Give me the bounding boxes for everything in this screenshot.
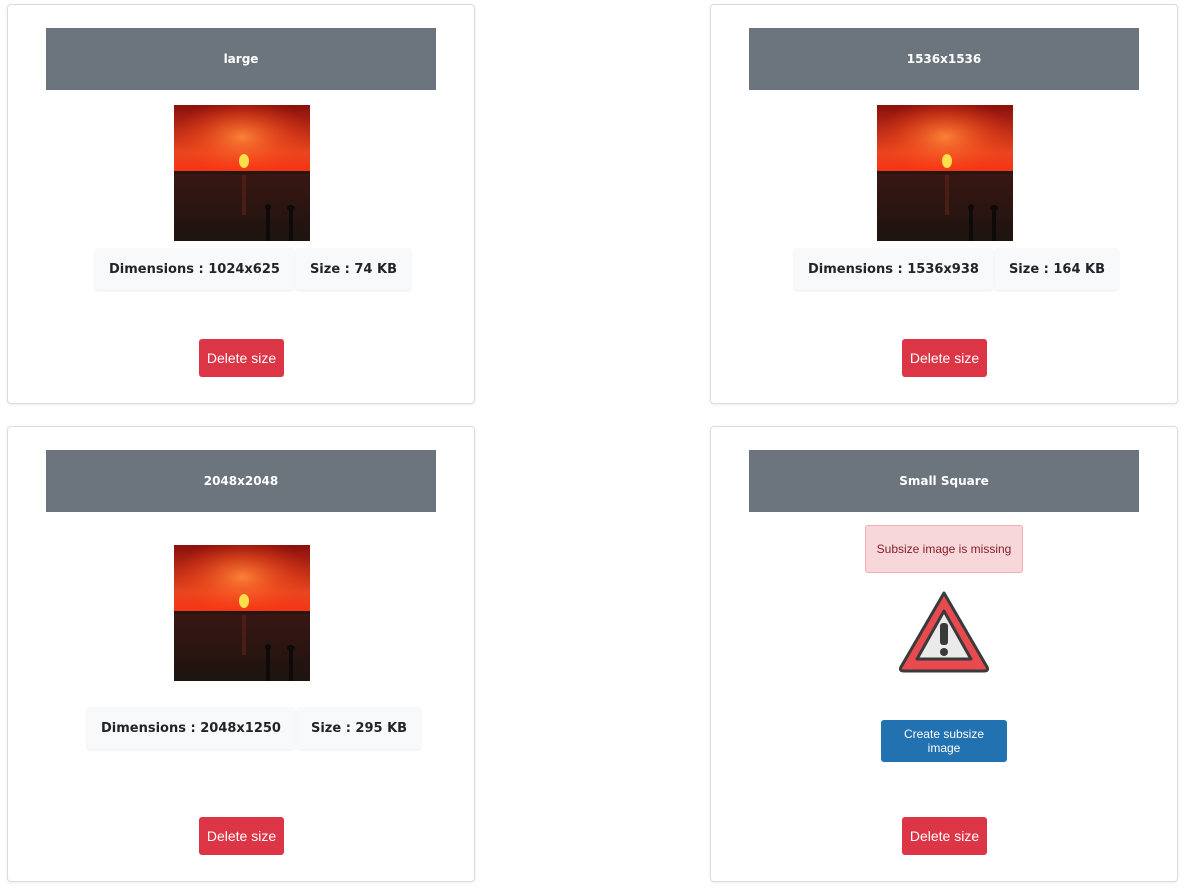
- delete-size-button[interactable]: Delete size: [902, 817, 987, 855]
- size-badge: Size : 74 KB: [295, 248, 411, 290]
- thumbnail-image: [174, 545, 310, 681]
- size-badge: Size : 295 KB: [296, 707, 422, 749]
- size-card-2048: 2048x2048 Dimensions : 2048x1250 Size : …: [7, 426, 475, 882]
- dimensions-badge: Dimensions : 1536x938: [794, 248, 993, 290]
- card-title: large: [46, 28, 436, 90]
- size-card-small-square: Small Square Subsize image is missing Cr…: [710, 426, 1178, 882]
- delete-size-button[interactable]: Delete size: [199, 817, 284, 855]
- card-title: 2048x2048: [46, 450, 436, 512]
- size-card-1536: 1536x1536 Dimensions : 1536x938 Size : 1…: [710, 4, 1178, 404]
- size-card-large: large Dimensions : 1024x625 Size : 74 KB…: [7, 4, 475, 404]
- info-row: Dimensions : 1024x625 Size : 74 KB: [95, 248, 411, 290]
- delete-size-button[interactable]: Delete size: [902, 339, 987, 377]
- dimensions-badge: Dimensions : 2048x1250: [87, 707, 295, 749]
- info-row: Dimensions : 2048x1250 Size : 295 KB: [87, 707, 422, 749]
- dimensions-badge: Dimensions : 1024x625: [95, 248, 294, 290]
- thumbnail-image: [877, 105, 1013, 241]
- card-title: 1536x1536: [749, 28, 1139, 90]
- missing-subsize-alert: Subsize image is missing: [865, 525, 1023, 573]
- warning-triangle-icon: [897, 589, 991, 675]
- size-badge: Size : 164 KB: [994, 248, 1120, 290]
- thumbnail-image: [174, 105, 310, 241]
- card-title: Small Square: [749, 450, 1139, 512]
- create-subsize-image-button[interactable]: Create subsize image: [881, 720, 1007, 762]
- info-row: Dimensions : 1536x938 Size : 164 KB: [794, 248, 1120, 290]
- delete-size-button[interactable]: Delete size: [199, 339, 284, 377]
